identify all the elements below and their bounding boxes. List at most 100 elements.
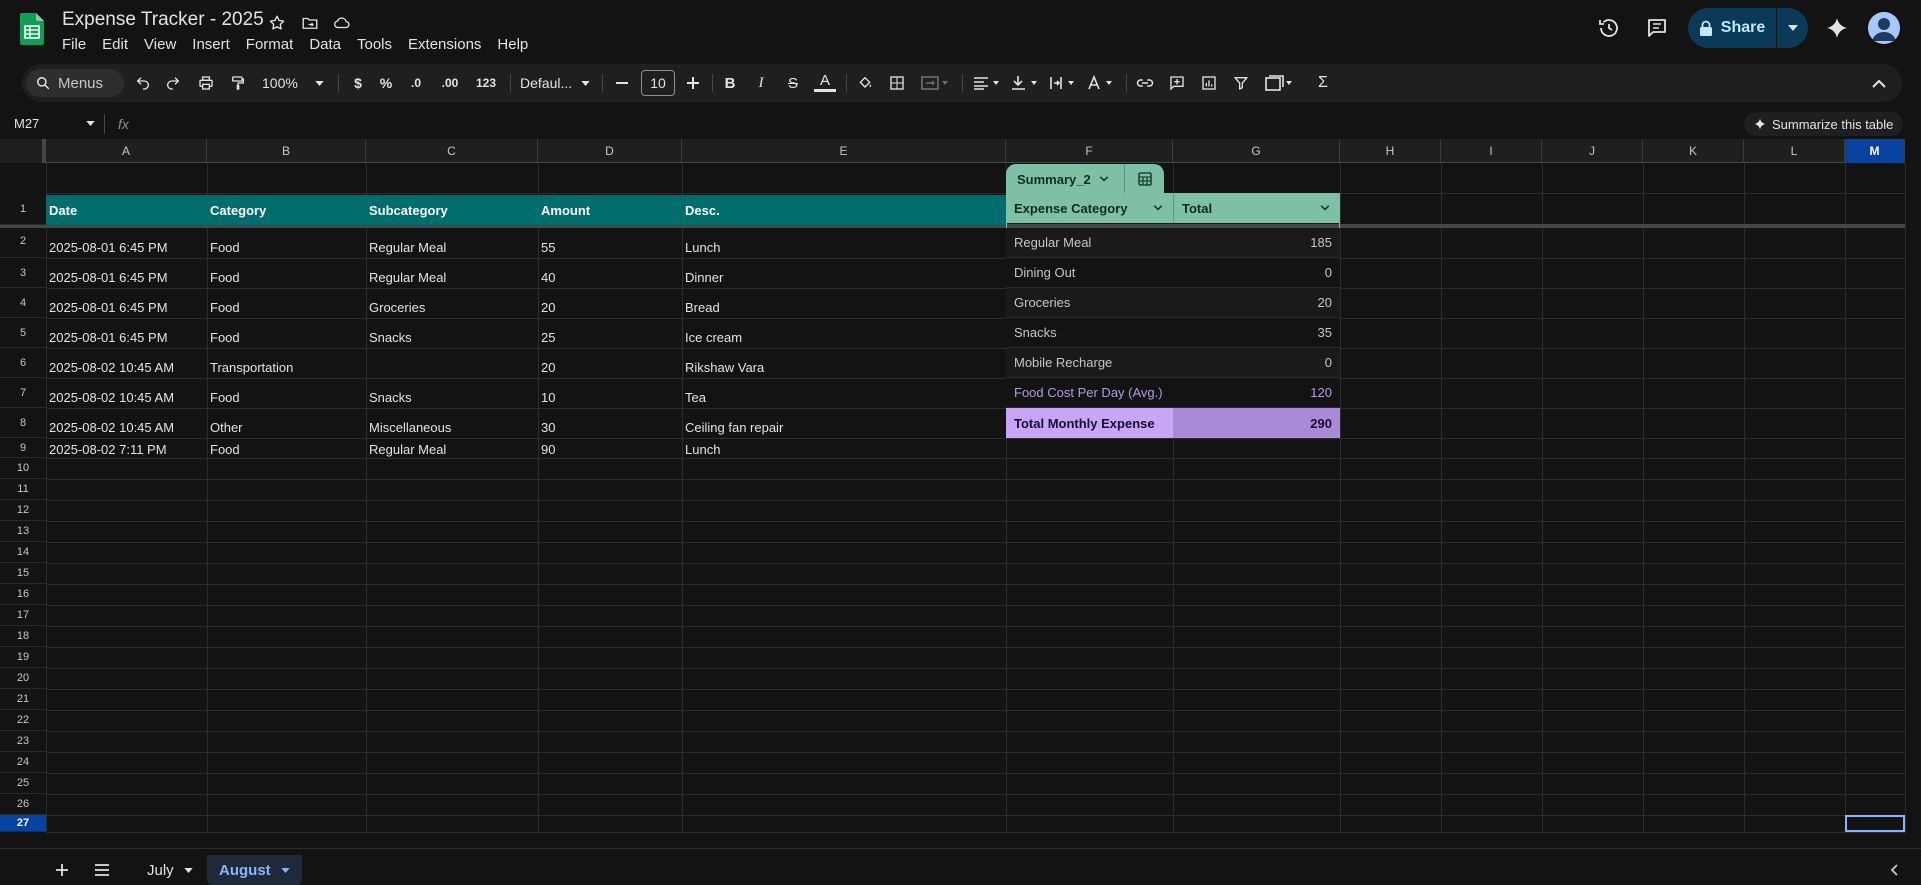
column-header-h[interactable]: H bbox=[1340, 139, 1441, 163]
italic-button[interactable]: I bbox=[750, 72, 772, 94]
table-cell[interactable]: 10 bbox=[538, 378, 682, 408]
increase-decimal-button[interactable]: .00 bbox=[436, 72, 464, 94]
row-header-8[interactable]: 8 bbox=[0, 408, 46, 438]
header-category[interactable]: Category bbox=[207, 195, 366, 225]
row-header-7[interactable]: 7 bbox=[0, 378, 46, 408]
menu-data[interactable]: Data bbox=[301, 33, 349, 56]
column-header-f[interactable]: F bbox=[1006, 139, 1173, 163]
star-icon[interactable] bbox=[266, 12, 288, 34]
row-header-20[interactable]: 20 bbox=[0, 668, 46, 689]
pivot-table-name-button[interactable]: Summary_2 bbox=[1006, 164, 1124, 194]
pivot-header-total[interactable]: Total bbox=[1173, 193, 1340, 223]
horizontal-align-icon[interactable] bbox=[970, 72, 1004, 94]
vertical-align-icon[interactable] bbox=[1008, 72, 1042, 94]
table-cell[interactable]: 2025-08-01 6:45 PM bbox=[46, 258, 207, 288]
table-cell[interactable]: 2025-08-01 6:45 PM bbox=[46, 228, 207, 258]
table-cell[interactable]: Rikshaw Vara bbox=[682, 348, 1006, 378]
pivot-row[interactable]: Groceries 20 bbox=[1006, 288, 1340, 318]
zoom-select[interactable]: 100% bbox=[262, 72, 324, 94]
row-header-3[interactable]: 3 bbox=[0, 258, 46, 288]
header-desc[interactable]: Desc. bbox=[682, 195, 1006, 225]
add-sheet-icon[interactable] bbox=[52, 860, 72, 880]
table-cell[interactable]: Transportation bbox=[207, 348, 366, 378]
text-color-button[interactable]: A bbox=[814, 72, 836, 92]
menu-extensions[interactable]: Extensions bbox=[400, 33, 489, 56]
bold-button[interactable]: B bbox=[719, 72, 741, 94]
row-header-23[interactable]: 23 bbox=[0, 731, 46, 752]
row-header-27[interactable]: 27 bbox=[0, 815, 46, 832]
more-formats-button[interactable]: 123 bbox=[472, 72, 500, 94]
table-cell[interactable]: Groceries bbox=[366, 288, 538, 318]
functions-button[interactable]: Σ bbox=[1312, 72, 1334, 94]
row-header-9[interactable]: 9 bbox=[0, 438, 46, 458]
table-cell[interactable]: 2025-08-02 10:45 AM bbox=[46, 378, 207, 408]
pivot-row[interactable]: Food Cost Per Day (Avg.) 120 bbox=[1006, 378, 1340, 408]
merge-cells-icon[interactable] bbox=[918, 72, 952, 94]
table-cell[interactable]: 2025-08-01 6:45 PM bbox=[46, 318, 207, 348]
calculator-icon[interactable] bbox=[1124, 164, 1164, 194]
column-header-c[interactable]: C bbox=[366, 139, 538, 163]
pivot-row[interactable]: Regular Meal 185 bbox=[1006, 228, 1340, 258]
document-title[interactable]: Expense Tracker - 2025 bbox=[62, 9, 264, 31]
filter-icon[interactable] bbox=[1230, 72, 1252, 94]
version-history-icon[interactable] bbox=[1594, 13, 1624, 43]
row-header-10[interactable]: 10 bbox=[0, 458, 46, 479]
decrease-font-size-icon[interactable] bbox=[612, 72, 632, 94]
table-cell[interactable]: 2025-08-01 6:45 PM bbox=[46, 288, 207, 318]
row-header-26[interactable]: 26 bbox=[0, 794, 46, 815]
menu-help[interactable]: Help bbox=[489, 33, 536, 56]
row-header-12[interactable]: 12 bbox=[0, 500, 46, 521]
search-menus[interactable]: Menus bbox=[26, 69, 124, 97]
column-header-e[interactable]: E bbox=[682, 139, 1006, 163]
paint-format-icon[interactable] bbox=[227, 72, 249, 94]
table-cell[interactable]: 20 bbox=[538, 348, 682, 378]
row-header-24[interactable]: 24 bbox=[0, 752, 46, 773]
table-cell[interactable]: Snacks bbox=[366, 378, 538, 408]
header-subcategory[interactable]: Subcategory bbox=[366, 195, 538, 225]
pivot-row[interactable]: Mobile Recharge 0 bbox=[1006, 348, 1340, 378]
sheet-tab-july[interactable]: July bbox=[135, 855, 205, 885]
menu-format[interactable]: Format bbox=[238, 33, 302, 56]
collapse-toolbar-icon[interactable] bbox=[1868, 72, 1890, 94]
text-rotation-icon[interactable] bbox=[1084, 72, 1118, 94]
row-header-18[interactable]: 18 bbox=[0, 626, 46, 647]
row-header-4[interactable]: 4 bbox=[0, 288, 46, 318]
table-cell[interactable]: Regular Meal bbox=[366, 258, 538, 288]
row-header-22[interactable]: 22 bbox=[0, 710, 46, 731]
table-cell[interactable]: Regular Meal bbox=[366, 438, 538, 458]
font-select[interactable]: Defaul... bbox=[520, 72, 590, 94]
table-cell[interactable]: 2025-08-02 10:45 AM bbox=[46, 348, 207, 378]
table-cell[interactable]: 2025-08-02 7:11 PM bbox=[46, 438, 207, 458]
insert-link-icon[interactable] bbox=[1134, 72, 1156, 94]
move-folder-icon[interactable] bbox=[299, 12, 321, 34]
menu-edit[interactable]: Edit bbox=[94, 33, 136, 56]
table-cell[interactable]: Food bbox=[207, 438, 366, 458]
redo-icon[interactable] bbox=[162, 72, 184, 94]
row-header-11[interactable]: 11 bbox=[0, 479, 46, 500]
table-cell[interactable]: Food bbox=[207, 228, 366, 258]
column-header-j[interactable]: J bbox=[1542, 139, 1643, 163]
row-header-6[interactable]: 6 bbox=[0, 348, 46, 378]
row-header-2[interactable]: 2 bbox=[0, 225, 46, 258]
table-cell[interactable]: Dinner bbox=[682, 258, 1006, 288]
increase-font-size-icon[interactable] bbox=[683, 72, 703, 94]
row-header-13[interactable]: 13 bbox=[0, 521, 46, 542]
table-cell[interactable]: Ice cream bbox=[682, 318, 1006, 348]
row-header-25[interactable]: 25 bbox=[0, 773, 46, 794]
comments-icon[interactable] bbox=[1642, 13, 1672, 43]
print-icon[interactable] bbox=[195, 72, 217, 94]
currency-format-button[interactable]: $ bbox=[348, 72, 368, 94]
row-header-17[interactable]: 17 bbox=[0, 605, 46, 626]
column-header-g[interactable]: G bbox=[1173, 139, 1340, 163]
table-cell[interactable]: Miscellaneous bbox=[366, 408, 538, 438]
table-cell[interactable]: Snacks bbox=[366, 318, 538, 348]
header-date[interactable]: Date bbox=[46, 195, 207, 225]
decrease-decimal-button[interactable]: .0 bbox=[404, 72, 428, 94]
table-cell[interactable]: 30 bbox=[538, 408, 682, 438]
menu-view[interactable]: View bbox=[136, 33, 184, 56]
column-header-a[interactable]: A bbox=[46, 139, 207, 163]
table-cell[interactable]: 55 bbox=[538, 228, 682, 258]
insert-comment-icon[interactable] bbox=[1166, 72, 1188, 94]
pivot-row[interactable]: Dining Out 0 bbox=[1006, 258, 1340, 288]
row-header-19[interactable]: 19 bbox=[0, 647, 46, 668]
